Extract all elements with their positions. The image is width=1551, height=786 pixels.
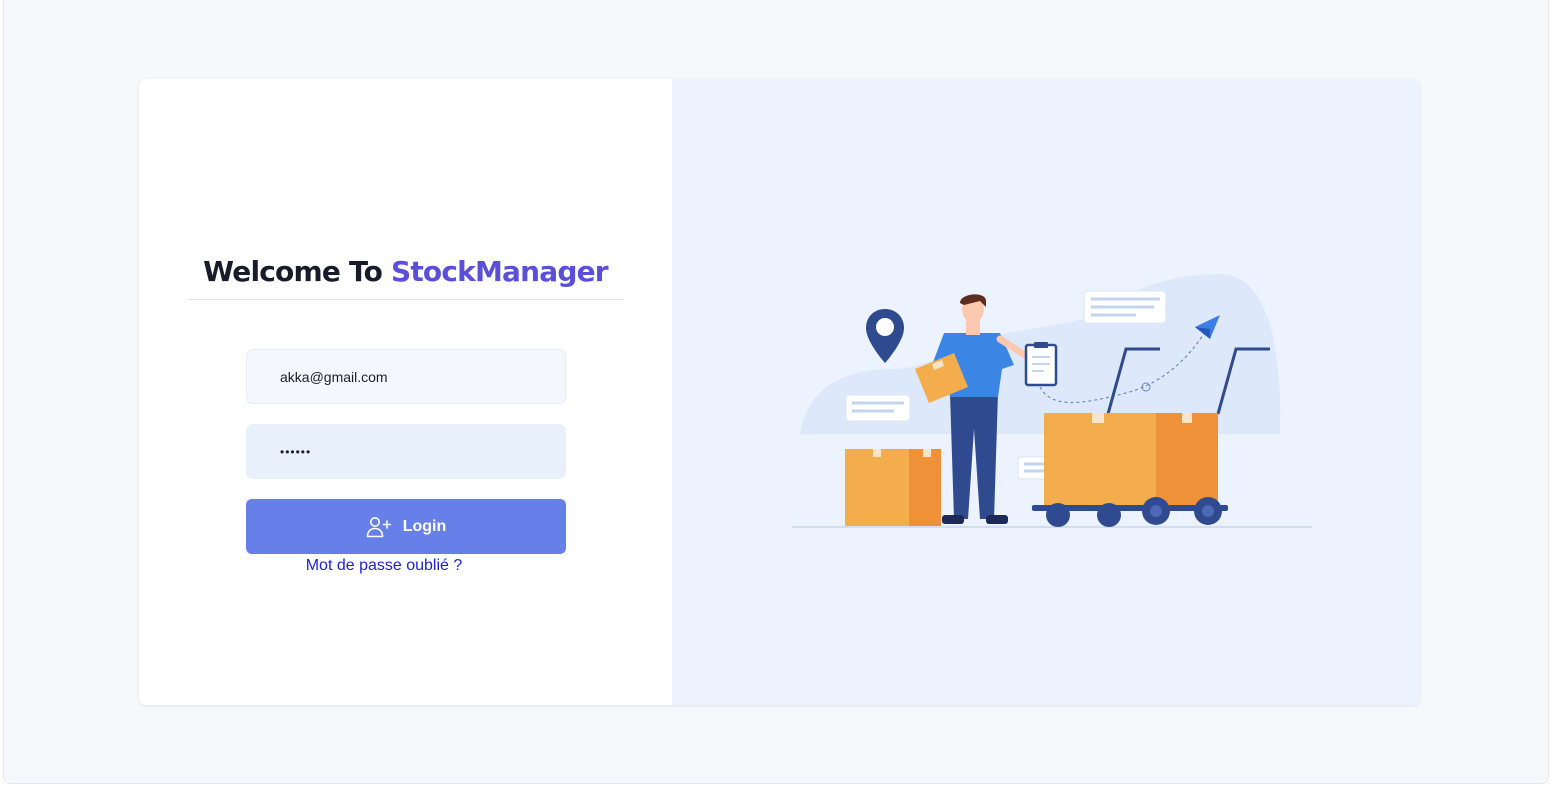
- box-small: [845, 449, 941, 526]
- login-card: Welcome To StockManager Login Mot de pas…: [139, 79, 1420, 705]
- message-card-top: [1083, 290, 1167, 324]
- page-title: Welcome To StockManager: [139, 255, 672, 288]
- password-field[interactable]: [246, 424, 566, 479]
- page-background: Welcome To StockManager Login Mot de pas…: [3, 0, 1549, 784]
- login-form-panel: Welcome To StockManager Login Mot de pas…: [139, 79, 672, 705]
- forgot-password-link[interactable]: Mot de passe oublié ?: [139, 557, 629, 575]
- divider: [187, 299, 624, 300]
- message-card-left: [845, 394, 911, 422]
- clipboard-icon: [1024, 342, 1058, 387]
- title-prefix: Welcome To: [203, 255, 383, 288]
- warehouse-illustration: [792, 274, 1312, 528]
- login-button[interactable]: Login: [246, 499, 566, 554]
- login-button-label: Login: [402, 517, 447, 535]
- email-field[interactable]: [246, 349, 566, 404]
- brand-name: StockManager: [390, 255, 609, 288]
- user-plus-icon: [366, 515, 392, 539]
- location-pin-icon: [866, 309, 904, 363]
- illustration-panel: [672, 79, 1420, 705]
- box-large: [1044, 413, 1218, 507]
